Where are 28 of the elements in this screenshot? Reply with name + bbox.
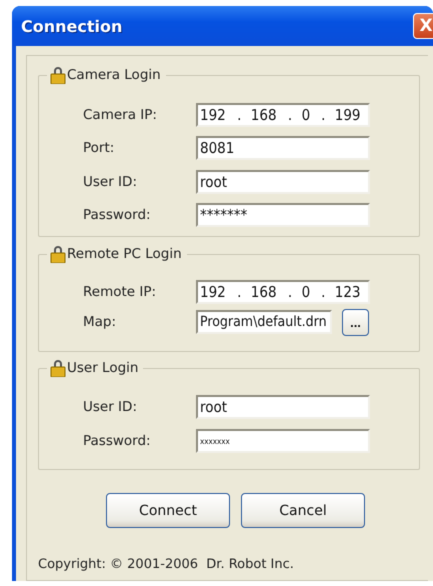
- padlock-icon: [50, 66, 66, 84]
- input-field[interactable]: 8081: [196, 136, 370, 160]
- cancel-button[interactable]: Cancel: [241, 493, 365, 528]
- ip-address-field[interactable]: 192 . 168 . 0 . 199: [196, 102, 370, 127]
- ip-address-field[interactable]: 192 . 168 . 0 . 123: [196, 280, 370, 304]
- field-label: Remote IP:: [83, 284, 158, 300]
- group-title: Remote PC Login: [67, 246, 182, 262]
- field-label: Map:: [83, 314, 118, 330]
- input-field[interactable]: root: [196, 395, 370, 419]
- browse-button[interactable]: ...: [342, 308, 369, 336]
- input-field[interactable]: root: [196, 170, 370, 194]
- field-label: Password:: [83, 433, 152, 449]
- padlock-icon: [50, 245, 66, 263]
- close-button[interactable]: X: [413, 13, 433, 39]
- map-path-field[interactable]: Program\default.drn: [196, 310, 332, 334]
- connect-button[interactable]: Connect: [106, 493, 230, 528]
- field-label: Password:: [83, 207, 152, 224]
- window-title: Connection: [21, 16, 122, 36]
- password-field[interactable]: *******: [196, 203, 370, 228]
- group-title: User Login: [67, 360, 138, 376]
- field-label: Port:: [83, 140, 116, 156]
- padlock-icon: [50, 359, 66, 377]
- copyright-text: Copyright: © 2001-2006 Dr. Robot Inc.: [38, 557, 294, 572]
- password-field[interactable]: xxxxxxx: [196, 429, 370, 453]
- group-title: Camera Login: [67, 67, 161, 83]
- field-label: User ID:: [83, 174, 138, 190]
- field-label: User ID:: [83, 399, 138, 415]
- field-label: Camera IP:: [83, 106, 158, 123]
